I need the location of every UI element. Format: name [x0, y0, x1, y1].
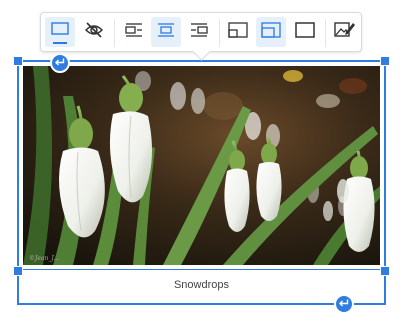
resize-full-button[interactable] — [290, 17, 320, 47]
insert-paragraph-before-button[interactable] — [50, 53, 70, 73]
toolbar-separator — [114, 19, 115, 47]
image-widget-editor: ©Jean_J... Snowdrops — [0, 0, 402, 328]
caption-indicator — [53, 42, 67, 44]
caption-icon — [50, 21, 70, 44]
resize-handle-top-left[interactable] — [13, 56, 23, 66]
resize-small-button[interactable] — [223, 17, 253, 47]
resize-medium-icon — [260, 21, 282, 44]
align-right-wrap-button[interactable] — [184, 17, 214, 47]
image-toolbar — [40, 12, 362, 61]
resize-handle-bottom-right[interactable] — [380, 266, 390, 276]
enter-arrow-icon — [339, 295, 349, 313]
toolbar-separator — [325, 19, 326, 47]
snowdrop-photo[interactable]: ©Jean_J... — [23, 66, 380, 265]
enter-arrow-icon — [55, 54, 65, 72]
resize-handle-top-right[interactable] — [380, 56, 390, 66]
image-edit-icon — [333, 20, 355, 45]
resize-small-icon — [227, 21, 249, 44]
photo-watermark: ©Jean_J... — [29, 255, 60, 262]
resize-full-icon — [294, 21, 316, 44]
eye-off-icon — [84, 21, 104, 44]
align-center-icon — [156, 21, 176, 44]
image-selection-frame[interactable]: ©Jean_J... — [17, 60, 386, 271]
alternative-text-button[interactable] — [79, 17, 109, 47]
toggle-caption-button[interactable] — [45, 17, 75, 47]
align-left-wrap-icon — [124, 21, 144, 44]
image-caption[interactable]: Snowdrops — [19, 279, 384, 291]
align-center-button[interactable] — [151, 17, 181, 47]
align-left-wrap-button[interactable] — [119, 17, 149, 47]
align-right-wrap-icon — [189, 21, 209, 44]
toolbar-separator — [219, 19, 220, 47]
edit-image-button[interactable] — [329, 17, 359, 47]
resize-handle-bottom-left[interactable] — [13, 266, 23, 276]
photo-illustration — [23, 66, 380, 265]
resize-medium-button[interactable] — [256, 17, 286, 47]
caption-frame: Snowdrops — [17, 270, 386, 305]
insert-paragraph-after-button[interactable] — [334, 294, 354, 314]
